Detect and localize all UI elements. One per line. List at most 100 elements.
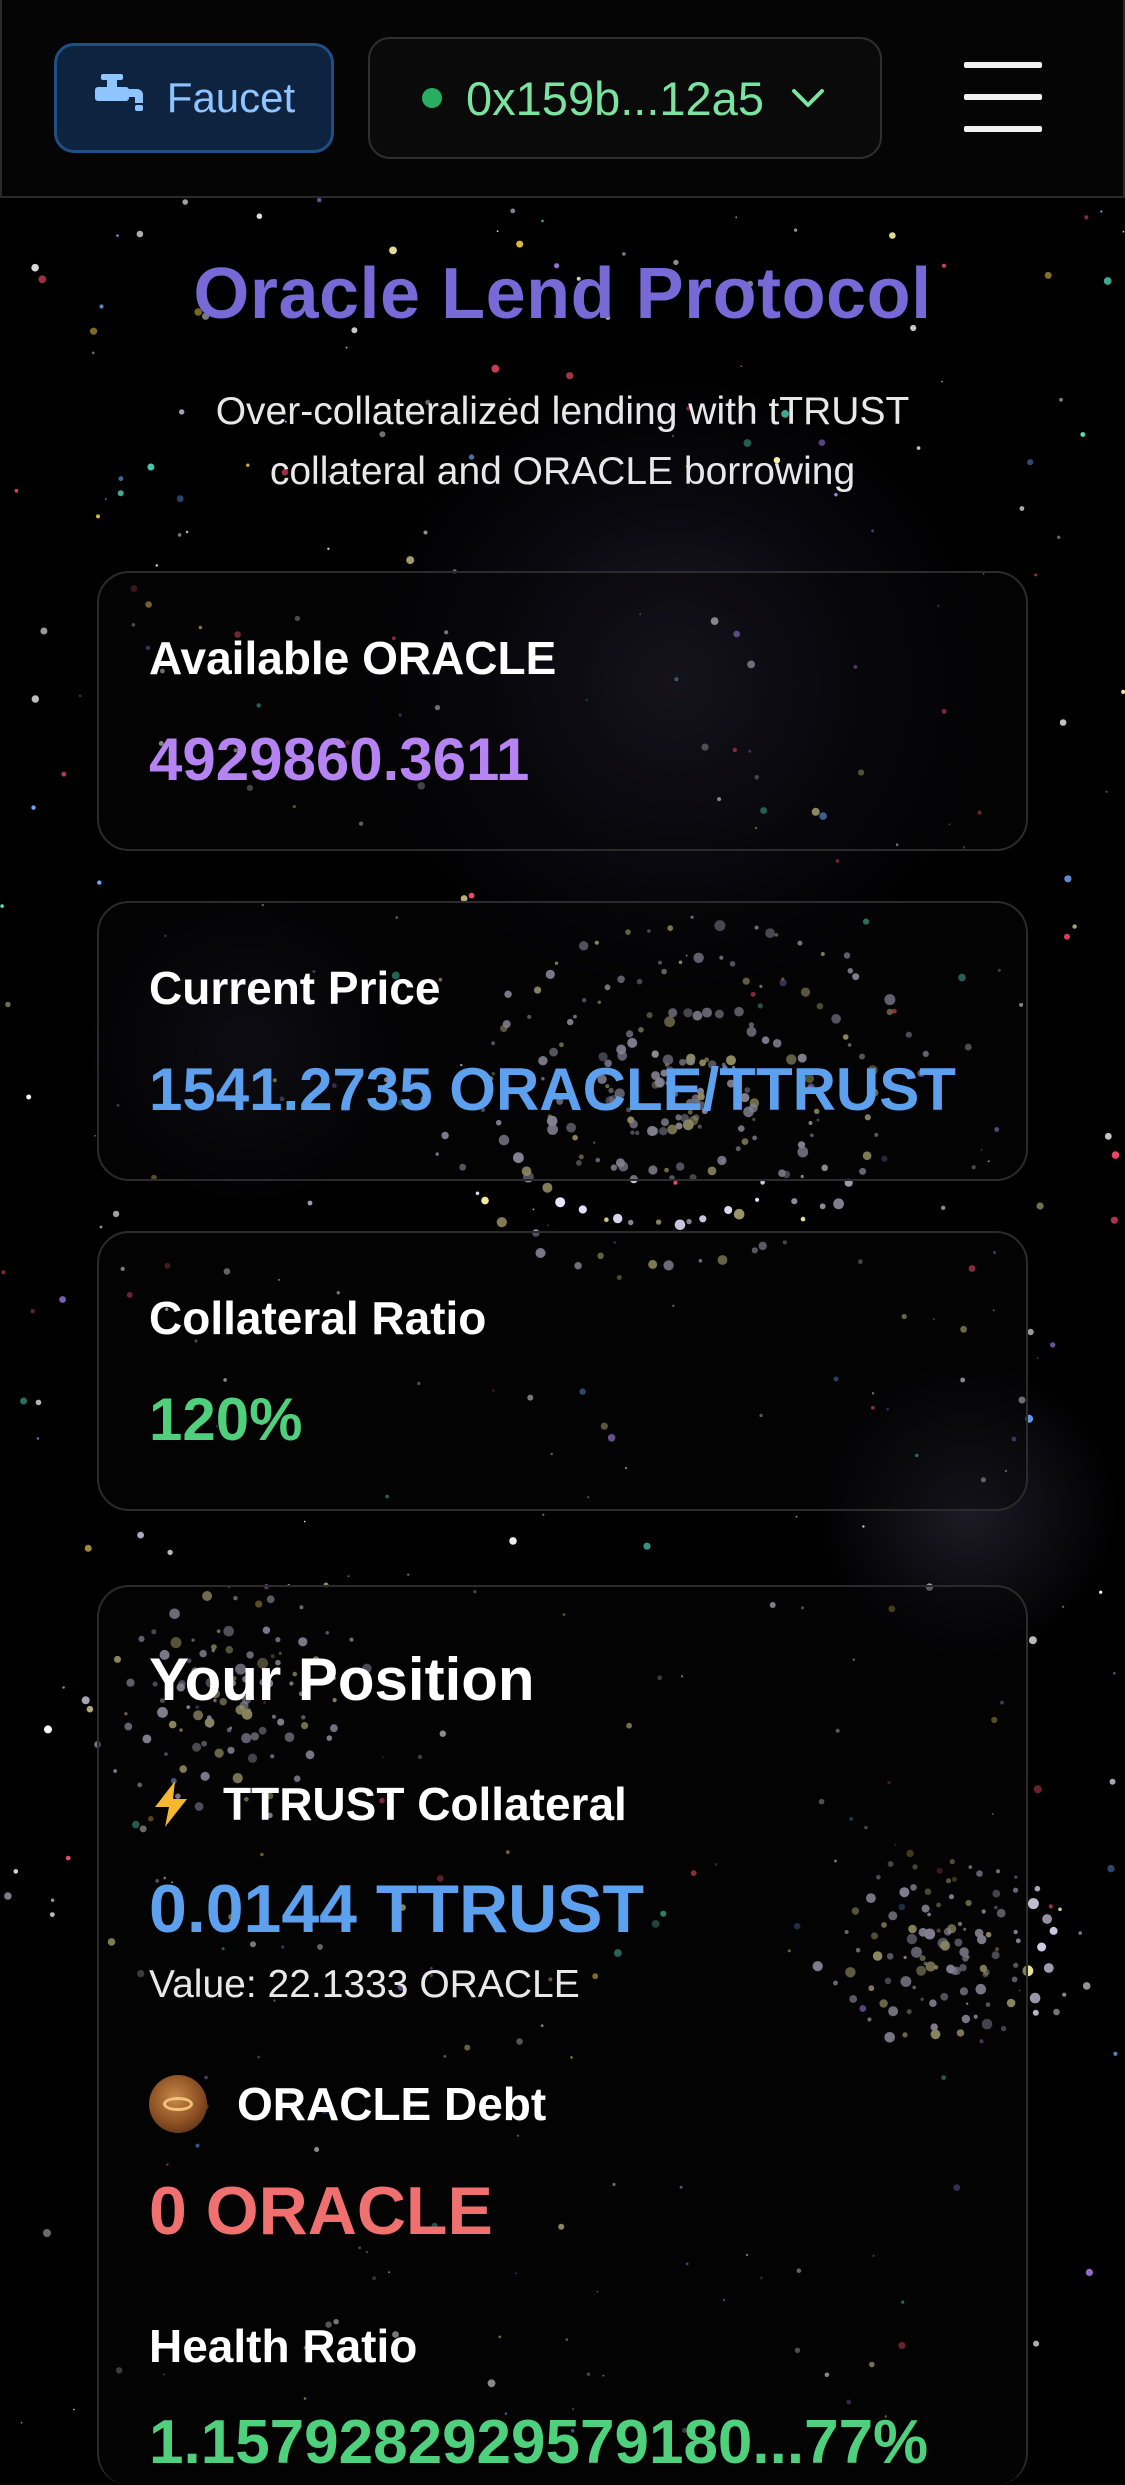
star — [44, 1725, 52, 1734]
star — [14, 488, 19, 493]
star — [481, 1196, 489, 1205]
star — [862, 1525, 865, 1528]
star — [510, 208, 516, 214]
star — [1036, 1202, 1044, 1210]
star — [116, 234, 119, 237]
your-position-card: Your Position TTRUST Collateral 0.0144 T… — [97, 1585, 1028, 2485]
star — [65, 1855, 71, 1861]
star — [43, 2229, 51, 2237]
star — [1105, 790, 1108, 793]
star — [655, 1219, 662, 1225]
star — [84, 1544, 92, 1552]
faucet-button[interactable]: Faucet — [54, 43, 334, 153]
star — [833, 1198, 844, 1210]
star — [547, 1224, 549, 1227]
star — [407, 1573, 410, 1576]
star — [509, 1537, 517, 1545]
wallet-account-button[interactable]: 0x159b...12a5 — [368, 37, 882, 159]
star — [755, 1197, 760, 1202]
star — [1034, 1885, 1041, 1892]
star — [59, 1296, 66, 1303]
lightning-bolt-icon — [149, 1779, 193, 1829]
star — [1084, 215, 1089, 220]
star — [475, 1191, 480, 1196]
star — [1050, 1342, 1056, 1348]
star — [307, 1200, 313, 1206]
wallet-address: 0x159b...12a5 — [466, 71, 764, 125]
star — [1078, 1931, 1082, 1935]
star — [50, 1898, 55, 1902]
star — [136, 230, 144, 238]
star — [516, 240, 524, 248]
star — [91, 351, 95, 355]
top-navigation-bar: Faucet 0x159b...12a5 — [0, 0, 1125, 198]
page-title: Oracle Lend Protocol — [193, 254, 932, 334]
collateral-ratio-label: Collateral Ratio — [149, 1292, 487, 1344]
star — [81, 1696, 90, 1705]
hamburger-menu-icon[interactable] — [964, 62, 1042, 132]
star — [31, 695, 39, 703]
star — [256, 213, 263, 219]
star — [1048, 1904, 1053, 1909]
star — [791, 1198, 798, 1205]
star — [20, 2421, 23, 2424]
star — [104, 498, 107, 500]
star — [0, 904, 4, 908]
star — [871, 529, 874, 533]
menu-line — [964, 126, 1042, 132]
page-subtitle: Over-collateralized lending with tTRUST … — [150, 382, 975, 502]
star — [4, 1892, 12, 1900]
star — [185, 530, 189, 534]
star — [1064, 933, 1070, 940]
star — [468, 892, 475, 899]
star — [1100, 210, 1103, 213]
star — [740, 365, 742, 368]
star — [40, 627, 48, 635]
star — [542, 1182, 553, 1193]
star — [1122, 230, 1125, 233]
health-ratio-label: Health Ratio — [149, 2320, 418, 2372]
collateral-value: 0.0144 TTRUST — [149, 1871, 645, 1947]
star — [1, 1270, 6, 1275]
star — [1037, 1942, 1047, 1952]
star — [406, 556, 415, 565]
star — [347, 1575, 350, 1578]
star — [97, 880, 102, 885]
menu-line — [964, 94, 1042, 100]
star — [566, 372, 574, 380]
star — [26, 1094, 32, 1100]
star — [5, 1001, 11, 1008]
star — [604, 1217, 609, 1222]
star — [1080, 432, 1086, 437]
star — [1019, 506, 1025, 511]
star — [800, 1216, 806, 1222]
star — [423, 530, 428, 535]
star — [613, 1213, 623, 1224]
star — [94, 1135, 96, 1137]
star — [99, 1225, 103, 1229]
star — [889, 232, 896, 239]
star — [555, 1197, 566, 1208]
star — [1110, 1216, 1118, 1224]
star — [1085, 2268, 1093, 2276]
star — [1057, 535, 1061, 539]
star — [733, 1208, 745, 1220]
health-ratio-value: 1.1579282929579180...77% — [149, 2408, 929, 2477]
star — [1082, 1982, 1091, 1990]
star — [1028, 1636, 1037, 1645]
collateral-ratio-value: 120% — [149, 1386, 303, 1453]
oracle-token-icon — [149, 2075, 207, 2133]
star — [155, 564, 158, 567]
star — [1032, 2009, 1039, 2016]
star — [62, 1686, 65, 1689]
star — [1121, 689, 1125, 694]
star — [327, 547, 330, 550]
star — [1099, 1590, 1103, 1594]
star — [941, 1205, 946, 1211]
star — [794, 228, 798, 232]
star — [673, 1180, 678, 1185]
star — [1059, 719, 1067, 726]
faucet-icon — [93, 71, 147, 125]
star — [49, 1912, 55, 1917]
star — [177, 533, 182, 537]
